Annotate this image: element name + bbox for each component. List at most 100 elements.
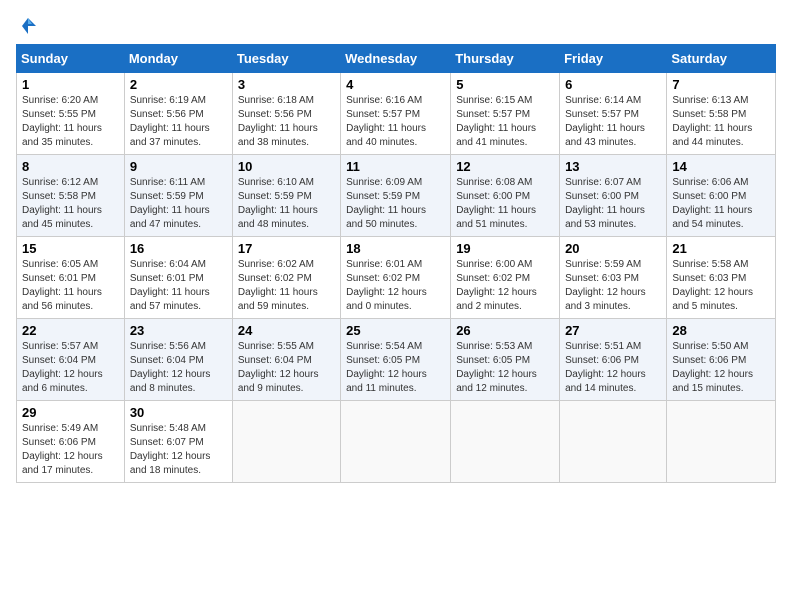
day-number: 15 [22, 241, 119, 256]
day-number: 25 [346, 323, 445, 338]
day-number: 2 [130, 77, 227, 92]
sunrise-label: Sunrise: 6:05 AM [22, 259, 98, 270]
calendar-cell: 17 Sunrise: 6:02 AMSunset: 6:02 PMDayligh… [232, 237, 340, 319]
weekday-header-tuesday: Tuesday [232, 45, 340, 73]
calendar-week-row: 1Sunrise: 6:20 AMSunset: 5:55 PMDaylight… [17, 73, 776, 155]
calendar-week-row: 8Sunrise: 6:12 AMSunset: 5:58 PMDaylight… [17, 155, 776, 237]
calendar-cell: 22Sunrise: 5:57 AMSunset: 6:04 PMDayligh… [17, 319, 125, 401]
sunset-label: Sunset: 5:59 PM [346, 191, 420, 202]
sunset-label: Sunset: 5:57 PM [346, 109, 420, 120]
day-info: Sunrise: 5:49 AMSunset: 6:06 PMDaylight:… [22, 422, 119, 478]
day-info: Sunrise: 5:55 AMSunset: 6:04 PMDaylight:… [238, 340, 335, 396]
day-number: 28 [672, 323, 770, 338]
sunrise-label: Sunrise: 6:16 AM [346, 95, 422, 106]
weekday-header-sunday: Sunday [17, 45, 125, 73]
daylight-label: Daylight: 11 hours and 54 minutes. [672, 205, 752, 230]
sunrise-label: Sunrise: 6:00 AM [456, 259, 532, 270]
daylight-label: Daylight: 12 hours and 12 minutes. [456, 369, 537, 394]
day-number: 26 [456, 323, 554, 338]
calendar-cell: 24 Sunrise: 5:55 AMSunset: 6:04 PMDayligh… [232, 319, 340, 401]
sunset-label: Sunset: 6:02 PM [456, 273, 530, 284]
day-number: 16 [130, 241, 227, 256]
sunset-label: Sunset: 6:04 PM [130, 355, 204, 366]
day-info: Sunrise: 6:13 AMSunset: 5:58 PMDaylight:… [672, 94, 770, 150]
sunset-label: Sunset: 6:01 PM [22, 273, 96, 284]
calendar-cell: 7Sunrise: 6:13 AMSunset: 5:58 PMDaylight… [667, 73, 776, 155]
calendar-cell: 16Sunrise: 6:04 AMSunset: 6:01 PMDayligh… [124, 237, 232, 319]
sunset-label: Sunset: 6:00 PM [565, 191, 639, 202]
sunset-label: Sunset: 6:00 PM [672, 191, 746, 202]
sunset-label: Sunset: 5:59 PM [238, 191, 312, 202]
day-number: 17 [238, 241, 335, 256]
calendar-cell [667, 401, 776, 483]
daylight-label: Daylight: 12 hours and 9 minutes. [238, 369, 319, 394]
daylight-label: Daylight: 11 hours and 38 minutes. [238, 123, 318, 148]
day-info: Sunrise: 6:00 AM Sunset: 6:02 PM Daylight:… [456, 258, 554, 314]
daylight-label: Daylight: 11 hours and 43 minutes. [565, 123, 645, 148]
day-info: Sunrise: 6:16 AM Sunset: 5:57 PM Daylight:… [346, 94, 445, 150]
sunrise-label: Sunrise: 5:59 AM [565, 259, 641, 270]
daylight-label: Daylight: 11 hours and 37 minutes. [130, 123, 210, 148]
daylight-label: Daylight: 12 hours and 6 minutes. [22, 369, 103, 394]
day-number: 12 [456, 159, 554, 174]
day-number: 9 [130, 159, 227, 174]
daylight-label: Daylight: 11 hours and 59 minutes. [238, 287, 318, 312]
day-info: Sunrise: 6:09 AMSunset: 5:59 PMDaylight:… [346, 176, 445, 232]
sunrise-label: Sunrise: 5:57 AM [22, 341, 98, 352]
day-info: Sunrise: 5:50 AMSunset: 6:06 PMDaylight:… [672, 340, 770, 396]
sunrise-label: Sunrise: 5:49 AM [22, 423, 98, 434]
daylight-label: Daylight: 11 hours and 50 minutes. [346, 205, 426, 230]
day-number: 18 [346, 241, 445, 256]
calendar-cell [341, 401, 451, 483]
daylight-label: Daylight: 12 hours and 8 minutes. [130, 369, 211, 394]
daylight-label: Daylight: 11 hours and 44 minutes. [672, 123, 752, 148]
day-number: 14 [672, 159, 770, 174]
sunrise-label: Sunrise: 6:08 AM [456, 177, 532, 188]
sunrise-label: Sunrise: 5:58 AM [672, 259, 748, 270]
weekday-header-thursday: Thursday [451, 45, 560, 73]
day-number: 21 [672, 241, 770, 256]
day-info: Sunrise: 6:02 AMSunset: 6:02 PMDaylight:… [238, 258, 335, 314]
calendar-cell: 10Sunrise: 6:10 AMSunset: 5:59 PMDayligh… [232, 155, 340, 237]
day-info: Sunrise: 5:48 AMSunset: 6:07 PMDaylight:… [130, 422, 227, 478]
sunset-label: Sunset: 6:03 PM [672, 273, 746, 284]
calendar-cell: 29Sunrise: 5:49 AMSunset: 6:06 PMDayligh… [17, 401, 125, 483]
daylight-label: Daylight: 12 hours and 2 minutes. [456, 287, 537, 312]
sunset-label: Sunset: 5:59 PM [130, 191, 204, 202]
day-number: 30 [130, 405, 227, 420]
daylight-label: Daylight: 12 hours and 11 minutes. [346, 369, 427, 394]
calendar-cell: 8Sunrise: 6:12 AMSunset: 5:58 PMDaylight… [17, 155, 125, 237]
day-info: Sunrise: 5:53 AMSunset: 6:05 PMDaylight:… [456, 340, 554, 396]
calendar-cell: 27Sunrise: 5:51 AMSunset: 6:06 PMDayligh… [560, 319, 667, 401]
day-number: 24 [238, 323, 335, 338]
calendar-cell: 23Sunrise: 5:56 AMSunset: 6:04 PMDayligh… [124, 319, 232, 401]
sunset-label: Sunset: 6:05 PM [346, 355, 420, 366]
day-info: Sunrise: 6:18 AMSunset: 5:56 PMDaylight:… [238, 94, 335, 150]
day-info: Sunrise: 5:58 AMSunset: 6:03 PMDaylight:… [672, 258, 770, 314]
calendar-cell: 18Sunrise: 6:01 AMSunset: 6:02 PMDayligh… [341, 237, 451, 319]
calendar-cell: 20Sunrise: 5:59 AMSunset: 6:03 PMDayligh… [560, 237, 667, 319]
sunrise-label: Sunrise: 5:51 AM [565, 341, 641, 352]
daylight-label: Daylight: 11 hours and 53 minutes. [565, 205, 645, 230]
sunrise-label: Sunrise: 6:07 AM [565, 177, 641, 188]
day-info: Sunrise: 6:04 AMSunset: 6:01 PMDaylight:… [130, 258, 227, 314]
sunrise-label: Sunrise: 5:48 AM [130, 423, 206, 434]
day-number: 10 [238, 159, 335, 174]
daylight-label: Daylight: 11 hours and 45 minutes. [22, 205, 102, 230]
day-info: Sunrise: 6:08 AMSunset: 6:00 PMDaylight:… [456, 176, 554, 232]
daylight-label: Daylight: 11 hours and 41 minutes. [456, 123, 536, 148]
day-number: 6 [565, 77, 661, 92]
day-info: Sunrise: 6:15 AMSunset: 5:57 PMDaylight:… [456, 94, 554, 150]
sunset-label: Sunset: 6:01 PM [130, 273, 204, 284]
day-info: Sunrise: 6:20 AMSunset: 5:55 PMDaylight:… [22, 94, 119, 150]
calendar-cell: 3Sunrise: 6:18 AMSunset: 5:56 PMDaylight… [232, 73, 340, 155]
day-info: Sunrise: 6:11 AMSunset: 5:59 PMDaylight:… [130, 176, 227, 232]
daylight-label: Daylight: 12 hours and 3 minutes. [565, 287, 646, 312]
daylight-label: Daylight: 12 hours and 15 minutes. [672, 369, 753, 394]
sunrise-label: Sunrise: 6:04 AM [130, 259, 206, 270]
sunrise-label: Sunrise: 5:56 AM [130, 341, 206, 352]
page-header [16, 16, 776, 36]
calendar-cell: 19Sunrise: 6:00 AMSunset: 6:02 PMDayligh… [451, 237, 560, 319]
day-number: 22 [22, 323, 119, 338]
daylight-label: Daylight: 11 hours and 40 minutes. [346, 123, 426, 148]
